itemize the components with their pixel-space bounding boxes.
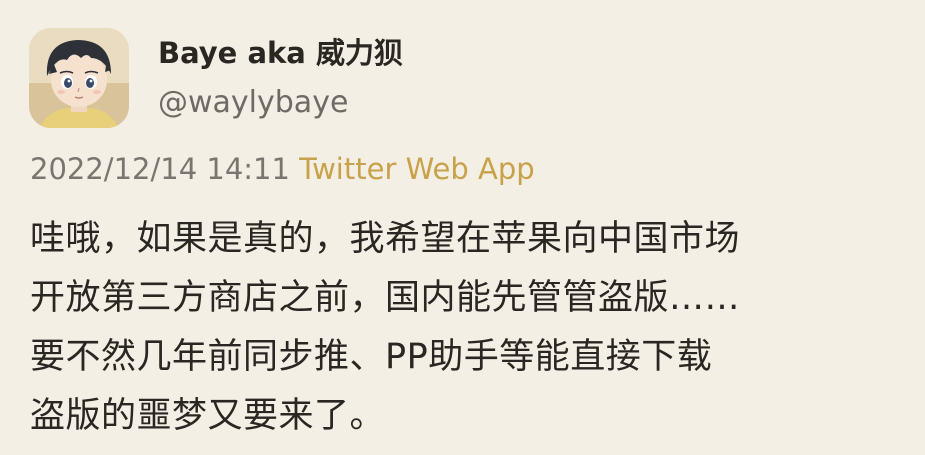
timestamp[interactable]: 2022/12/14 14:11 [30, 152, 290, 186]
source-app-link[interactable]: Twitter Web App [299, 152, 535, 186]
tweet-card: Baye aka 威力狈 @waylybaye 2022/12/14 14:11… [0, 0, 925, 455]
tweet-text: 哇哦，如果是真的，我希望在苹果向中国市场 开放第三方商店之前，国内能先管管盗版…… [30, 210, 905, 446]
avatar[interactable] [29, 28, 129, 128]
tweet-text-line: 哇哦，如果是真的，我希望在苹果向中国市场 [30, 219, 741, 259]
tweet-text-line: 开放第三方商店之前，国内能先管管盗版…… [30, 278, 741, 318]
user-handle[interactable]: @waylybaye [158, 85, 348, 120]
tweet-text-line: 盗版的噩梦又要来了。 [30, 396, 386, 436]
tweet-meta: 2022/12/14 14:11 Twitter Web App [30, 152, 535, 186]
anime-boy-avatar-icon [29, 28, 129, 128]
display-name[interactable]: Baye aka 威力狈 [158, 30, 403, 72]
tweet-text-line: 要不然几年前同步推、PP助手等能直接下载 [30, 337, 713, 377]
